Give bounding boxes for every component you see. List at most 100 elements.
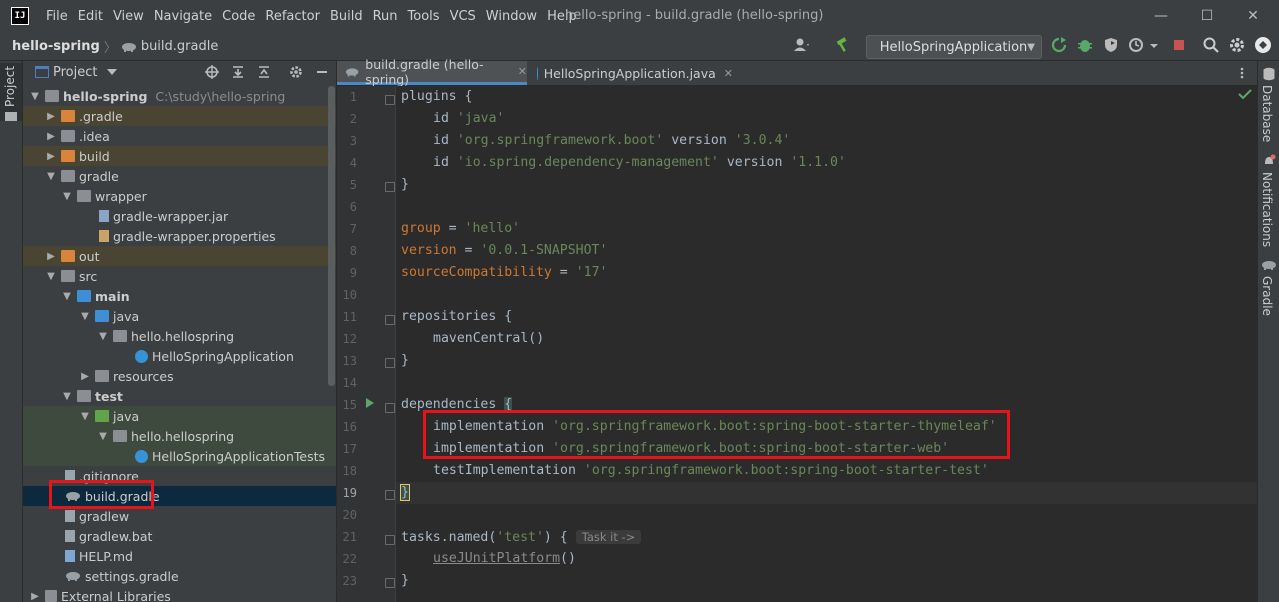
tree-node-hellospringapplication[interactable]: HelloSpringApplication [23, 346, 336, 366]
line-number: 21 [342, 530, 357, 544]
jetbrains-logo-icon[interactable] [1254, 36, 1272, 54]
expand-all-icon[interactable] [231, 65, 245, 79]
chevron-right-icon[interactable]: ▶ [79, 371, 91, 382]
tree-node-settings-gradle[interactable]: settings.gradle [23, 566, 336, 586]
tree-node-build[interactable]: ▶ build [23, 146, 336, 166]
stop-icon[interactable] [1170, 36, 1188, 54]
gear-icon[interactable] [1228, 36, 1246, 54]
chevron-down-icon[interactable]: ▼ [61, 291, 73, 302]
coverage-shield-icon[interactable] [1102, 36, 1120, 54]
chevron-down-icon[interactable] [107, 68, 118, 76]
menu-build[interactable]: Build [325, 9, 368, 24]
menu-run[interactable]: Run [368, 9, 403, 24]
user-icon[interactable] [792, 36, 810, 54]
chevron-down-icon[interactable]: ▼ [79, 411, 91, 422]
breadcrumb-project[interactable]: hello-spring [12, 39, 100, 54]
chevron-down-icon[interactable]: ▼ [79, 311, 91, 322]
chevron-right-icon[interactable]: ▶ [45, 131, 57, 142]
collapse-all-icon[interactable] [257, 65, 271, 79]
project-tool-tab[interactable]: Project [0, 63, 22, 121]
tree-node-main-java[interactable]: ▼ java [23, 306, 336, 326]
fold-marker-icon[interactable] [385, 578, 395, 588]
tree-node-main-package[interactable]: ▼ hello.hellospring [23, 326, 336, 346]
chevron-down-icon[interactable]: ▼ [45, 171, 57, 182]
menu-file[interactable]: File [41, 9, 73, 24]
maximize-button[interactable]: ☐ [1197, 6, 1217, 26]
chevron-right-icon[interactable]: ▶ [45, 151, 57, 162]
gradle-tool-tab[interactable]: Gradle [1260, 276, 1274, 316]
tree-node-hello-spring[interactable]: ▼ hello-spring C:\study\hello-spring [23, 86, 336, 106]
tree-node-hellospringapplicationtests[interactable]: HelloSpringApplicationTests [23, 446, 336, 466]
menu-refactor[interactable]: Refactor [260, 9, 325, 24]
fold-marker-icon[interactable] [385, 315, 395, 325]
menu-edit[interactable]: Edit [73, 9, 108, 24]
bell-icon[interactable] [1262, 154, 1276, 168]
tree-node-dot-gradle[interactable]: ▶ .gradle [23, 106, 336, 126]
close-tab-icon[interactable]: ✕ [518, 65, 527, 78]
tree-node-gradle-wrapper-properties[interactable]: gradle-wrapper.properties [23, 226, 336, 246]
close-window-button[interactable]: ✕ [1243, 6, 1263, 26]
rerun-icon[interactable] [1050, 36, 1068, 54]
tree-node-wrapper[interactable]: ▼ wrapper [23, 186, 336, 206]
tree-node-gradlew[interactable]: gradlew [23, 506, 336, 526]
tab-build-gradle[interactable]: build.gradle (hello-spring) ✕ [337, 57, 527, 87]
profiler-icon[interactable] [1128, 36, 1146, 54]
tree-node-dot-idea[interactable]: ▶ .idea [23, 126, 336, 146]
menu-vcs[interactable]: VCS [445, 9, 481, 24]
database-icon[interactable] [1262, 67, 1276, 81]
tree-node-main[interactable]: ▼ main [23, 286, 336, 306]
fold-marker-icon[interactable] [385, 403, 395, 413]
minimize-button[interactable]: — [1151, 6, 1171, 26]
project-panel-title[interactable]: Project [53, 65, 97, 80]
hide-panel-icon[interactable] [315, 65, 329, 79]
more-tabs-icon[interactable] [1239, 67, 1245, 79]
locate-file-icon[interactable] [205, 65, 219, 79]
chevron-down-icon[interactable]: ▼ [61, 191, 73, 202]
chevron-right-icon[interactable]: ▶ [29, 591, 41, 602]
tree-node-help-md[interactable]: HELP.md [23, 546, 336, 566]
search-icon[interactable] [1202, 36, 1220, 54]
tree-node-test-package[interactable]: ▼ hello.hellospring [23, 426, 336, 446]
debug-bug-icon[interactable] [1076, 36, 1094, 54]
menu-code[interactable]: Code [217, 9, 260, 24]
chevron-down-icon[interactable]: ▼ [45, 271, 57, 282]
fold-marker-icon[interactable] [385, 535, 395, 545]
gear-icon[interactable] [289, 65, 303, 79]
project-scrollbar[interactable] [328, 86, 335, 386]
chevron-down-icon[interactable]: ▼ [61, 391, 73, 402]
tab-hellospringapplication-java[interactable]: HelloSpringApplication.java ✕ [533, 61, 733, 85]
notifications-tool-tab[interactable]: Notifications [1260, 172, 1274, 247]
chevron-down-icon[interactable]: ▼ [97, 331, 109, 342]
breadcrumb-file[interactable]: build.gradle [141, 39, 219, 54]
menu-navigate[interactable]: Navigate [149, 9, 217, 24]
chevron-right-icon[interactable]: ▶ [45, 251, 57, 262]
tree-node-gradle-wrapper-jar[interactable]: gradle-wrapper.jar [23, 206, 336, 226]
tree-node-out[interactable]: ▶ out [23, 246, 336, 266]
fold-marker-icon[interactable] [385, 490, 395, 500]
close-tab-icon[interactable]: ✕ [724, 67, 733, 80]
gradle-elephant-icon[interactable] [1261, 259, 1277, 271]
chevron-down-icon[interactable] [1148, 36, 1160, 54]
build-hammer-icon[interactable] [834, 36, 852, 54]
menu-view[interactable]: View [108, 9, 149, 24]
tree-node-gradlew-bat[interactable]: gradlew.bat [23, 526, 336, 546]
database-tool-tab[interactable]: Database [1260, 85, 1274, 142]
run-gutter-icon[interactable] [365, 397, 375, 409]
inspection-ok-check-icon[interactable] [1238, 88, 1252, 100]
fold-marker-icon[interactable] [385, 182, 395, 192]
chevron-down-icon[interactable]: ▼ [29, 91, 41, 102]
chevron-down-icon[interactable]: ▼ [97, 431, 109, 442]
tree-node-resources[interactable]: ▶ resources [23, 366, 336, 386]
run-configuration-select[interactable]: HelloSpringApplication ▼ [866, 35, 1042, 59]
tree-node-gradle[interactable]: ▼ gradle [23, 166, 336, 186]
menu-tools[interactable]: Tools [403, 9, 445, 24]
fold-marker-icon[interactable] [385, 358, 395, 368]
tree-node-external-libraries[interactable]: ▶ External Libraries [23, 586, 336, 602]
fold-marker-icon[interactable] [385, 95, 395, 105]
tree-node-src[interactable]: ▼ src [23, 266, 336, 286]
tree-node-test[interactable]: ▼ test [23, 386, 336, 406]
chevron-right-icon[interactable]: ▶ [45, 111, 57, 122]
menu-window[interactable]: Window [481, 9, 542, 24]
tree-node-test-java[interactable]: ▼ java [23, 406, 336, 426]
code-editor[interactable]: plugins { id 'java' id 'org.springframew… [396, 86, 1257, 602]
